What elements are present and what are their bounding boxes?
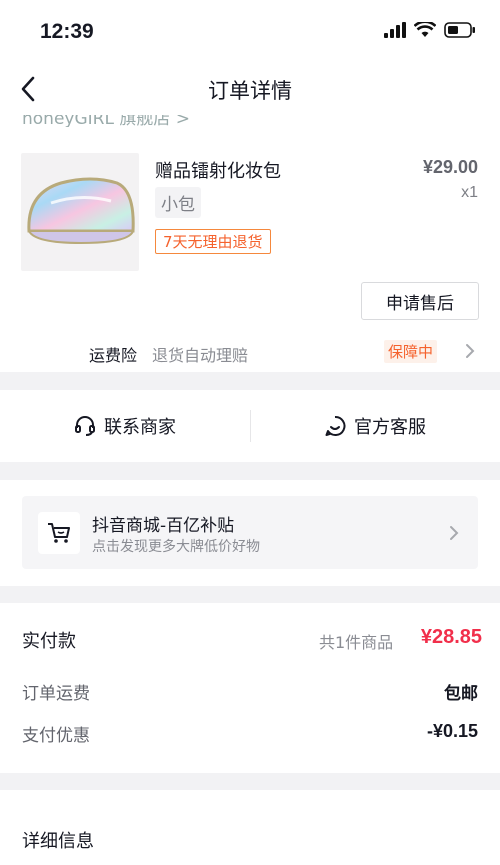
shipping-insurance-desc: 退货自动理赔 [152,346,249,365]
page-title: 订单详情 [208,79,292,103]
wifi-icon [414,22,436,37]
nav-bar: 订单详情 [0,62,500,118]
items-count: 共1件商品 [319,633,394,652]
insurance-row-button[interactable] [462,340,478,366]
contact-merchant-label: 联系商家 [104,417,176,438]
cart-icon [48,523,70,543]
chevron-right-icon [450,526,459,540]
shipping-insurance-label: 运费险 [89,346,138,365]
product-price: ¥29.00 [422,157,478,177]
payment-discount-value: -¥0.15 [426,721,478,741]
insurance-status-badge: 保障中 [384,340,438,363]
product-variant: 小包 [155,187,201,218]
promo-subtitle: 点击发现更多大牌低价好物 [92,539,260,555]
battery-icon [444,22,475,38]
paid-amount: ¥28.85 [420,626,482,648]
product-thumbnail[interactable] [21,153,139,271]
promo-banner[interactable]: 抖音商城-百亿补贴 点击发现更多大牌低价好物 [22,496,478,569]
return-policy-tag: 7天无理由退货 [155,229,271,254]
contact-merchant-button[interactable]: 联系商家 [0,390,250,462]
product-name[interactable]: 赠品镭射化妆包 [155,157,281,183]
store-name-partial[interactable]: honeyGIRL 旗舰店 > [22,115,242,127]
product-quantity: x1 [461,184,478,201]
paid-label: 实付款 [22,631,76,652]
after-sales-button[interactable]: 申请售后 [361,282,479,320]
signal-icon [384,22,406,38]
official-service-label: 官方客服 [354,417,426,438]
status-icons [384,22,476,38]
cart-icon-box [38,512,80,554]
headset-icon [75,416,95,436]
payment-discount-label: 支付优惠 [22,726,90,746]
promo-title: 抖音商城-百亿补贴 [92,516,235,536]
chat-smile-icon [325,415,346,436]
status-time: 12:39 [40,20,94,43]
shipping-fee-value: 包邮 [444,684,478,704]
shipping-fee-label: 订单运费 [22,684,90,704]
details-title: 详细信息 [22,831,94,852]
official-service-button[interactable]: 官方客服 [250,390,500,462]
cosmetic-bag-image [27,177,135,245]
chevron-right-icon [466,344,475,358]
status-bar: 12:39 [0,0,500,62]
